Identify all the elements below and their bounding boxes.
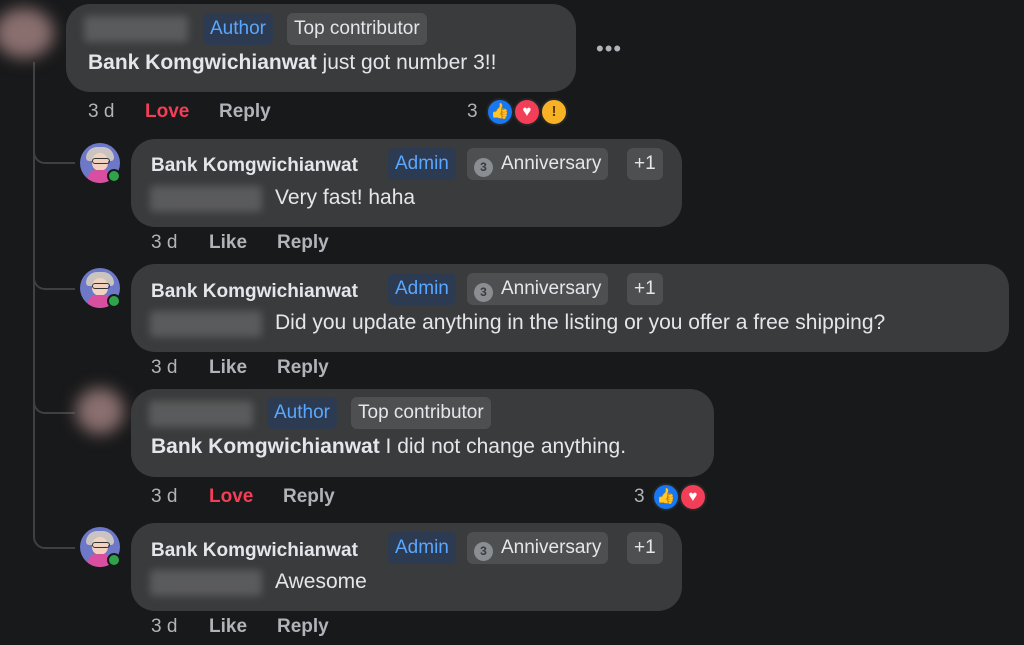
anniversary-label: Anniversary (501, 153, 602, 174)
comment-body: Very fast! haha (275, 186, 416, 209)
author-badge[interactable]: Author (203, 13, 273, 45)
more-badges[interactable]: +1 (627, 532, 663, 564)
admin-badge[interactable]: Admin (388, 273, 456, 305)
more-badges[interactable]: +1 (627, 273, 663, 305)
comment-body: Awesome (275, 570, 367, 593)
thread-line (33, 62, 35, 532)
love-reaction-button[interactable]: Love (209, 486, 253, 508)
more-badges[interactable]: +1 (627, 148, 663, 180)
thread-connector (33, 140, 75, 164)
thread-connector (33, 266, 75, 290)
reply-button[interactable]: Reply (277, 357, 329, 379)
mention-redacted[interactable] (150, 311, 262, 337)
mention-link[interactable]: Bank Komgwichianwat (151, 435, 380, 458)
avatar[interactable] (76, 388, 124, 434)
author-name[interactable]: Bank Komgwichianwat (151, 155, 358, 177)
anniversary-badge[interactable]: 3 Anniversary (467, 532, 609, 564)
like-reaction-icon: 👍 (652, 483, 680, 511)
love-reaction-icon: ♥ (513, 98, 541, 126)
thread-connector (33, 525, 75, 549)
comment-text: Bank Komgwichianwat just got number 3!! (88, 51, 496, 75)
online-status-icon (107, 169, 121, 183)
love-reaction-icon: ♥ (679, 483, 707, 511)
like-button[interactable]: Like (209, 232, 247, 254)
mention-redacted[interactable] (150, 570, 262, 596)
timestamp[interactable]: 3 d (151, 486, 177, 508)
comment-text: Bank Komgwichianwat I did not change any… (151, 435, 626, 459)
author-name[interactable]: Bank Komgwichianwat (151, 540, 358, 562)
anniversary-icon: 3 (474, 542, 493, 561)
admin-badge[interactable]: Admin (388, 532, 456, 564)
reply-button[interactable]: Reply (219, 101, 271, 123)
timestamp[interactable]: 3 d (151, 357, 177, 379)
author-name-redacted[interactable] (149, 401, 253, 427)
anniversary-badge[interactable]: 3 Anniversary (467, 148, 609, 180)
timestamp[interactable]: 3 d (151, 616, 177, 638)
anniversary-icon: 3 (474, 158, 493, 177)
anniversary-icon: 3 (474, 283, 493, 302)
reaction-count[interactable]: 3 (634, 486, 645, 508)
author-name[interactable]: Bank Komgwichianwat (151, 281, 358, 303)
timestamp[interactable]: 3 d (88, 101, 114, 123)
like-button[interactable]: Like (209, 616, 247, 638)
top-contributor-badge[interactable]: Top contributor (351, 397, 491, 429)
anniversary-label: Anniversary (501, 278, 602, 299)
online-status-icon (107, 553, 121, 567)
admin-badge[interactable]: Admin (388, 148, 456, 180)
like-reaction-icon: 👍 (486, 98, 514, 126)
top-contributor-badge[interactable]: Top contributor (287, 13, 427, 45)
wow-reaction-icon: ! (540, 98, 568, 126)
like-button[interactable]: Like (209, 357, 247, 379)
reply-button[interactable]: Reply (277, 616, 329, 638)
comment-body: I did not change anything. (379, 435, 627, 458)
thread-connector (33, 390, 75, 414)
reply-button[interactable]: Reply (283, 486, 335, 508)
online-status-icon (107, 294, 121, 308)
comment-body: just got number 3!! (316, 51, 497, 74)
love-reaction-button[interactable]: Love (145, 101, 189, 123)
reply-button[interactable]: Reply (277, 232, 329, 254)
author-name-redacted[interactable] (84, 16, 188, 42)
comment-body: Did you update anything in the listing o… (275, 311, 886, 334)
reaction-count[interactable]: 3 (467, 101, 478, 123)
author-badge[interactable]: Author (267, 397, 337, 429)
more-options-icon[interactable]: ••• (596, 36, 622, 62)
mention-link[interactable]: Bank Komgwichianwat (88, 51, 317, 74)
mention-redacted[interactable] (150, 186, 262, 212)
anniversary-badge[interactable]: 3 Anniversary (467, 273, 609, 305)
avatar[interactable] (0, 8, 54, 58)
anniversary-label: Anniversary (501, 537, 602, 558)
timestamp[interactable]: 3 d (151, 232, 177, 254)
